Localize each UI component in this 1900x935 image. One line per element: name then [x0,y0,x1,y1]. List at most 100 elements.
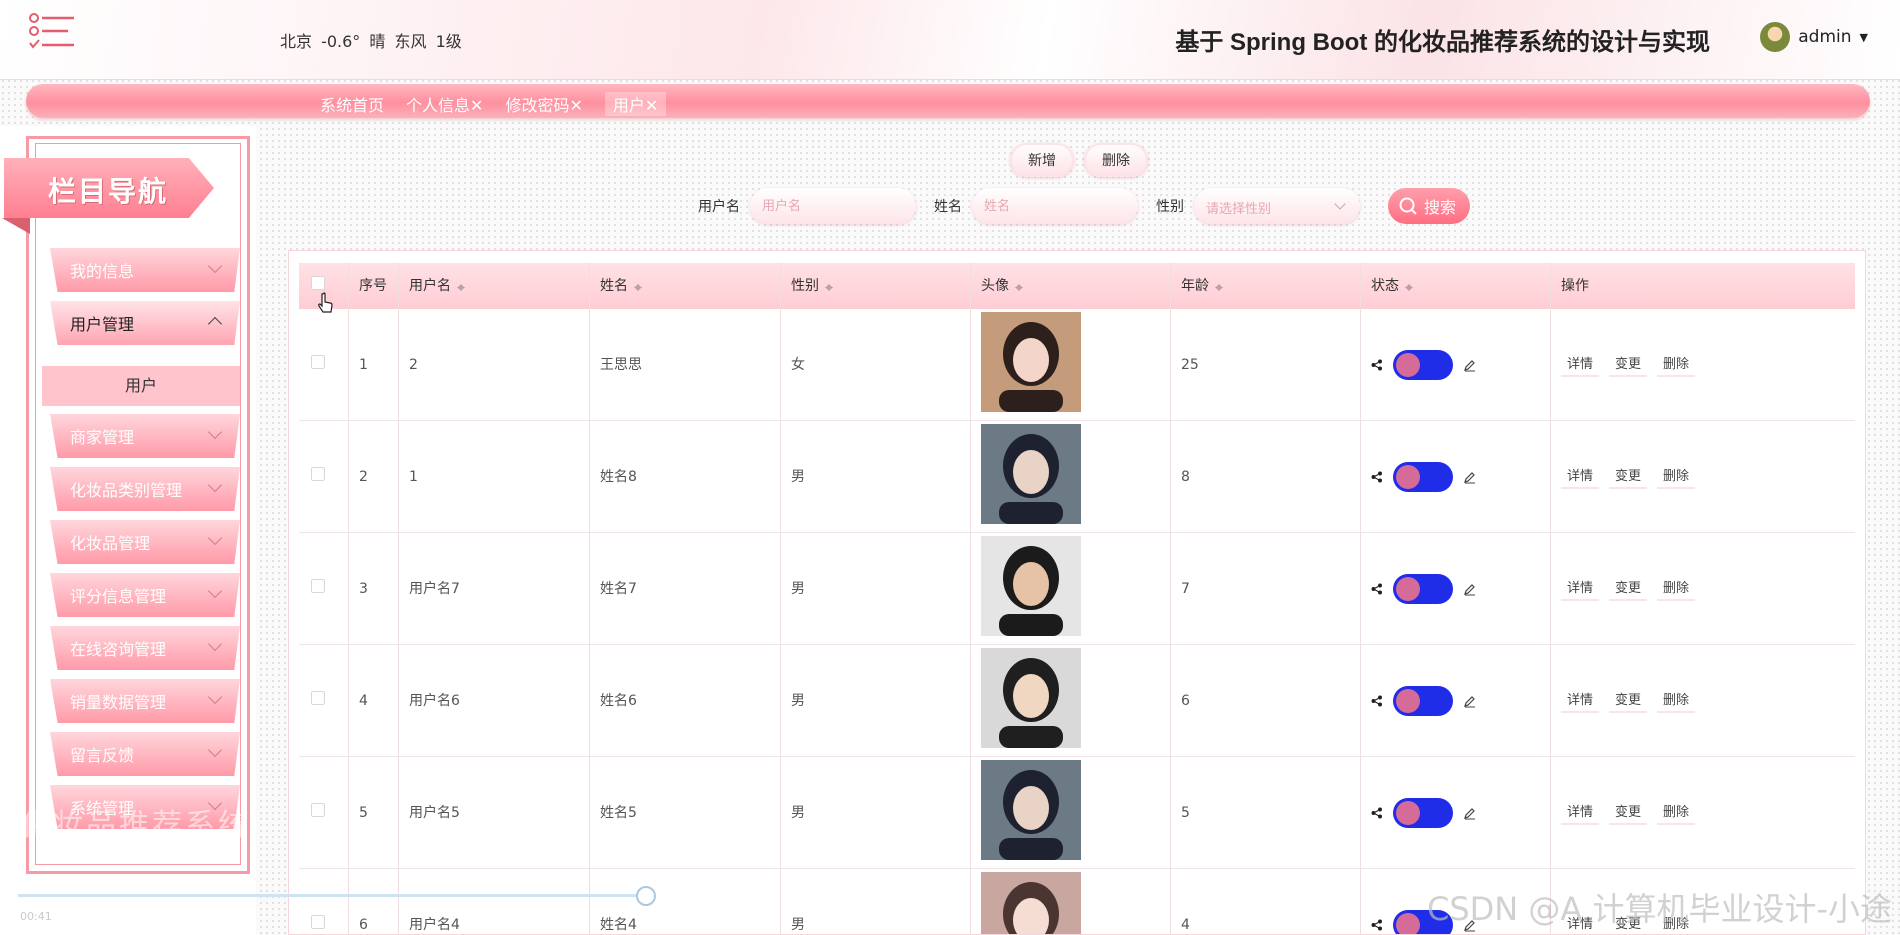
cell-name: 姓名6 [590,645,781,756]
col-age[interactable]: 年龄 [1171,263,1361,309]
share-icon[interactable] [1371,807,1383,819]
tab-profile[interactable]: 个人信息✕ [406,92,483,116]
status-toggle[interactable] [1393,350,1453,380]
sidebar-item-category-management[interactable]: 化妆品类别管理 [50,467,240,511]
sidebar-subitem-users[interactable]: 用户 [42,366,240,406]
cell-age: 8 [1171,421,1361,532]
row-delete-button[interactable]: 删除 [1657,349,1696,377]
chevron-down-icon [207,530,223,546]
detail-button[interactable]: 详情 [1561,797,1600,825]
detail-button[interactable]: 详情 [1561,573,1600,601]
cell-status [1361,645,1551,756]
share-icon[interactable] [1371,919,1383,931]
sort-icon[interactable] [634,280,642,292]
sidebar-item-label: 用户管理 [70,315,135,334]
status-toggle[interactable] [1393,686,1453,716]
status-toggle[interactable] [1393,574,1453,604]
edit-pen-icon[interactable] [1463,694,1477,708]
cell-actions: 详情 变更 删除 [1551,645,1855,756]
row-delete-button[interactable]: 删除 [1657,573,1696,601]
col-gender[interactable]: 性别 [781,263,971,309]
user-photo[interactable] [981,424,1081,524]
menu-list-icon[interactable] [28,12,76,52]
cell-name: 王思思 [590,309,781,420]
select-all-checkbox[interactable] [311,276,325,290]
delete-button[interactable]: 删除 [1084,143,1148,177]
sort-icon[interactable] [457,280,465,292]
row-checkbox[interactable] [311,803,325,817]
search-button[interactable]: 搜索 [1388,188,1471,224]
row-checkbox[interactable] [311,915,325,929]
add-button[interactable]: 新增 [1010,143,1074,177]
sort-icon[interactable] [825,280,833,292]
sidebar-item-rating-management[interactable]: 评分信息管理 [50,573,240,617]
status-toggle[interactable] [1393,462,1453,492]
cell-username: 用户名5 [399,757,590,868]
row-delete-button[interactable]: 删除 [1657,797,1696,825]
col-username[interactable]: 用户名 [399,263,590,309]
row-checkbox[interactable] [311,355,325,369]
sidebar-item-cosmetic-management[interactable]: 化妆品管理 [50,520,240,564]
col-avatar[interactable]: 头像 [971,263,1171,309]
cell-gender: 男 [781,757,971,868]
detail-button[interactable]: 详情 [1561,349,1600,377]
cell-actions: 详情 变更 删除 [1551,757,1855,868]
table-row: 4 用户名6 姓名6 男 6 详情 变更 删除 [299,645,1855,757]
user-photo[interactable] [981,760,1081,860]
row-checkbox[interactable] [311,579,325,593]
cell-username: 1 [399,421,590,532]
video-progress-bar[interactable] [18,894,646,897]
detail-button[interactable]: 详情 [1561,461,1600,489]
sidebar-item-merchant-management[interactable]: 商家管理 [50,414,240,458]
system-title: 基于 Spring Boot 的化妆品推荐系统的设计与实现 [1175,29,1710,56]
user-menu[interactable]: admin ▼ [1760,22,1868,52]
avatar [1760,22,1791,52]
share-icon[interactable] [1371,695,1383,707]
sidebar-item-sales-management[interactable]: 销量数据管理 [50,679,240,723]
tab-change-password[interactable]: 修改密码✕ [505,92,582,116]
share-icon[interactable] [1371,471,1383,483]
mouse-pointer-icon [318,292,333,313]
share-icon[interactable] [1371,583,1383,595]
col-name-label: 姓名 [600,278,628,294]
status-toggle[interactable] [1393,798,1453,828]
edit-pen-icon[interactable] [1463,358,1477,372]
row-checkbox[interactable] [311,691,325,705]
cell-username: 用户名6 [399,645,590,756]
sidebar-item-my-info[interactable]: 我的信息 [50,248,240,292]
row-delete-button[interactable]: 删除 [1657,685,1696,713]
edit-pen-icon[interactable] [1463,582,1477,596]
sort-icon[interactable] [1015,280,1023,292]
sort-icon[interactable] [1215,280,1223,292]
user-photo[interactable] [981,648,1081,748]
video-progress-handle[interactable] [636,886,656,906]
detail-button[interactable]: 详情 [1561,685,1600,713]
col-name[interactable]: 姓名 [590,263,781,309]
user-photo[interactable] [981,536,1081,636]
edit-button[interactable]: 变更 [1609,797,1648,825]
edit-pen-icon[interactable] [1463,470,1477,484]
sidebar-item-user-management[interactable]: 用户管理 [50,301,240,345]
col-status[interactable]: 状态 [1361,263,1551,309]
share-icon[interactable] [1371,359,1383,371]
sort-icon[interactable] [1405,280,1413,292]
username-input[interactable] [750,188,916,224]
edit-button[interactable]: 变更 [1609,349,1648,377]
top-header: 北京 -0.6° 晴 东风 1级 基于 Spring Boot 的化妆品推荐系统… [0,0,1900,80]
gender-select[interactable]: 请选择性别 [1194,188,1360,224]
tab-users[interactable]: 用户✕ [604,92,667,116]
user-photo[interactable] [981,872,1081,935]
cell-actions: 详情 变更 删除 [1551,533,1855,644]
sidebar-item-consult-management[interactable]: 在线咨询管理 [50,626,240,670]
user-photo[interactable] [981,312,1081,412]
row-delete-button[interactable]: 删除 [1657,461,1696,489]
sidebar-item-feedback[interactable]: 留言反馈 [50,732,240,776]
edit-button[interactable]: 变更 [1609,685,1648,713]
edit-button[interactable]: 变更 [1609,573,1648,601]
edit-pen-icon[interactable] [1463,806,1477,820]
row-checkbox[interactable] [311,467,325,481]
cell-age: 25 [1171,309,1361,420]
name-input[interactable] [972,188,1138,224]
tab-home[interactable]: 系统首页 [320,92,384,116]
edit-button[interactable]: 变更 [1609,461,1648,489]
